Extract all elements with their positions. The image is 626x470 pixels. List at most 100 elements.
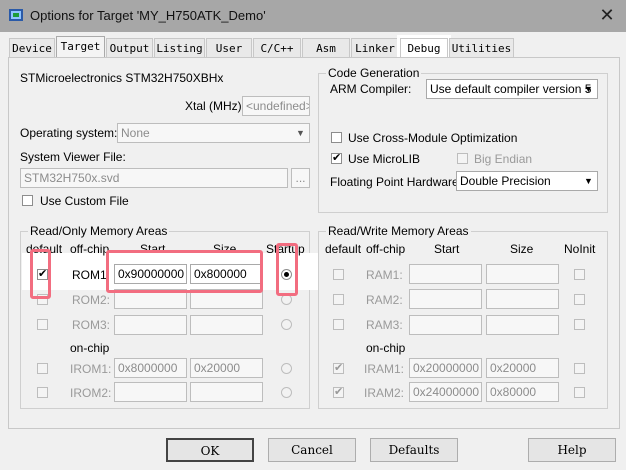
microlib-label: Use MicroLIB <box>348 152 421 166</box>
tab-output[interactable]: Output <box>106 38 153 58</box>
tab-asm[interactable]: Asm <box>302 38 350 58</box>
svf-field[interactable]: STM32H750x.svd <box>20 168 288 188</box>
ok-button[interactable]: OK <box>166 438 254 462</box>
big-endian-checkbox[interactable] <box>457 153 468 164</box>
custom-file-checkbox[interactable] <box>22 195 33 206</box>
ram3-default-checkbox[interactable] <box>333 319 344 330</box>
iram1-default-checkbox[interactable]: ✔ <box>333 363 344 374</box>
rom2-label: ROM2: <box>72 293 111 307</box>
close-icon[interactable]: ✕ <box>594 4 620 26</box>
ram3-noinit-checkbox[interactable] <box>574 319 585 330</box>
cancel-button[interactable]: Cancel <box>268 438 356 462</box>
startup-radio-highlight <box>276 243 298 296</box>
title-bar: Options for Target 'MY_H750ATK_Demo' ✕ <box>0 0 626 32</box>
irom2-size-input[interactable] <box>190 382 263 402</box>
code-generation-title: Code Generation <box>326 66 422 80</box>
ram3-size-input[interactable] <box>486 315 559 335</box>
chevron-down-icon: ▼ <box>584 176 593 186</box>
irom2-start-input[interactable] <box>114 382 187 402</box>
rw-header-start: Start <box>434 242 460 256</box>
ram2-noinit-checkbox[interactable] <box>574 294 585 305</box>
tab-c-cpp[interactable]: C/C++ <box>253 38 301 58</box>
ram3-start-input[interactable] <box>409 315 482 335</box>
cross-module-checkbox[interactable] <box>331 132 342 143</box>
tab-target[interactable]: Target <box>56 36 105 59</box>
fp-label: Floating Point Hardware: <box>330 175 463 189</box>
rw-header-offchip: off-chip <box>366 242 406 256</box>
rw-onchip-label: on-chip <box>366 341 406 355</box>
ram1-default-checkbox[interactable] <box>333 269 344 280</box>
irom1-start-input[interactable]: 0x8000000 <box>114 358 187 378</box>
keil-app-icon <box>9 9 23 21</box>
rom1-label: ROM1: <box>72 268 111 282</box>
default-checkbox-highlight <box>30 249 51 299</box>
custom-file-label: Use Custom File <box>40 194 129 208</box>
rom3-start-input[interactable] <box>114 315 187 335</box>
os-label: Operating system: <box>20 126 118 140</box>
fp-dropdown[interactable]: Double Precision ▼ <box>456 171 598 191</box>
tab-listing[interactable]: Listing <box>154 38 205 58</box>
rw-header-size: Size <box>510 242 534 256</box>
iram2-noinit-checkbox[interactable] <box>574 387 585 398</box>
chevron-down-icon: ▼ <box>584 84 593 94</box>
defaults-button[interactable]: Defaults <box>370 438 458 462</box>
compiler-dropdown[interactable]: Use default compiler version 5 ▼ <box>426 79 598 99</box>
tab-linker[interactable]: Linker <box>351 38 399 58</box>
iram1-label: IRAM1: <box>364 362 405 376</box>
irom2-default-checkbox[interactable] <box>37 387 48 398</box>
ram2-start-input[interactable] <box>409 289 482 309</box>
tab-utilities[interactable]: Utilities <box>449 38 514 58</box>
device-name: STMicroelectronics STM32H750XBHx <box>20 71 224 85</box>
rom3-label: ROM3: <box>72 318 111 332</box>
rw-memory-title: Read/Write Memory Areas <box>326 224 471 238</box>
iram2-label: IRAM2: <box>364 386 405 400</box>
window-title: Options for Target 'MY_H750ATK_Demo' <box>30 8 266 23</box>
ram2-default-checkbox[interactable] <box>333 294 344 305</box>
fp-value: Double Precision <box>460 174 551 188</box>
ram2-label: RAM2: <box>366 293 403 307</box>
rom3-default-checkbox[interactable] <box>37 319 48 330</box>
irom2-startup-radio[interactable] <box>281 387 292 398</box>
iram1-noinit-checkbox[interactable] <box>574 363 585 374</box>
os-dropdown[interactable]: None ▼ <box>117 123 310 143</box>
irom1-size-input[interactable]: 0x20000 <box>190 358 263 378</box>
ram1-size-input[interactable] <box>486 264 559 284</box>
ram1-noinit-checkbox[interactable] <box>574 269 585 280</box>
irom1-default-checkbox[interactable] <box>37 363 48 374</box>
tab-user[interactable]: User <box>206 38 252 58</box>
cross-module-label: Use Cross-Module Optimization <box>348 131 518 145</box>
xtal-field[interactable]: <undefined> <box>242 96 310 116</box>
ram3-label: RAM3: <box>366 318 403 332</box>
tab-debug[interactable]: Debug <box>400 38 448 58</box>
chevron-down-icon: ▼ <box>296 128 305 138</box>
ram1-label: RAM1: <box>366 268 403 282</box>
rw-header-noinit: NoInit <box>564 242 596 256</box>
compiler-value: Use default compiler version 5 <box>430 82 592 96</box>
microlib-checkbox[interactable]: ✔ <box>331 153 342 164</box>
tab-device[interactable]: Device <box>9 38 55 58</box>
compiler-label: ARM Compiler: <box>330 82 412 96</box>
ro-onchip-label: on-chip <box>70 341 110 355</box>
xtal-label: Xtal (MHz): <box>185 99 245 113</box>
rom1-address-highlight <box>106 250 263 293</box>
iram2-start-input[interactable]: 0x24000000 <box>409 382 482 402</box>
iram1-start-input[interactable]: 0x20000000 <box>409 358 482 378</box>
ro-header-offchip: off-chip <box>70 242 110 256</box>
iram2-size-input[interactable]: 0x80000 <box>486 382 559 402</box>
irom2-label: IROM2: <box>70 386 112 400</box>
rom3-size-input[interactable] <box>190 315 263 335</box>
svf-label: System Viewer File: <box>20 150 126 164</box>
svf-browse-button[interactable]: ... <box>291 168 310 188</box>
os-value: None <box>121 126 150 140</box>
irom1-startup-radio[interactable] <box>281 363 292 374</box>
iram1-size-input[interactable]: 0x20000 <box>486 358 559 378</box>
big-endian-label: Big Endian <box>474 152 533 166</box>
rom3-startup-radio[interactable] <box>281 319 292 330</box>
iram2-default-checkbox[interactable]: ✔ <box>333 387 344 398</box>
rw-header-default: default <box>325 242 362 256</box>
ram2-size-input[interactable] <box>486 289 559 309</box>
ro-memory-title: Read/Only Memory Areas <box>28 224 170 238</box>
help-button[interactable]: Help <box>528 438 616 462</box>
irom1-label: IROM1: <box>70 362 112 376</box>
ram1-start-input[interactable] <box>409 264 482 284</box>
